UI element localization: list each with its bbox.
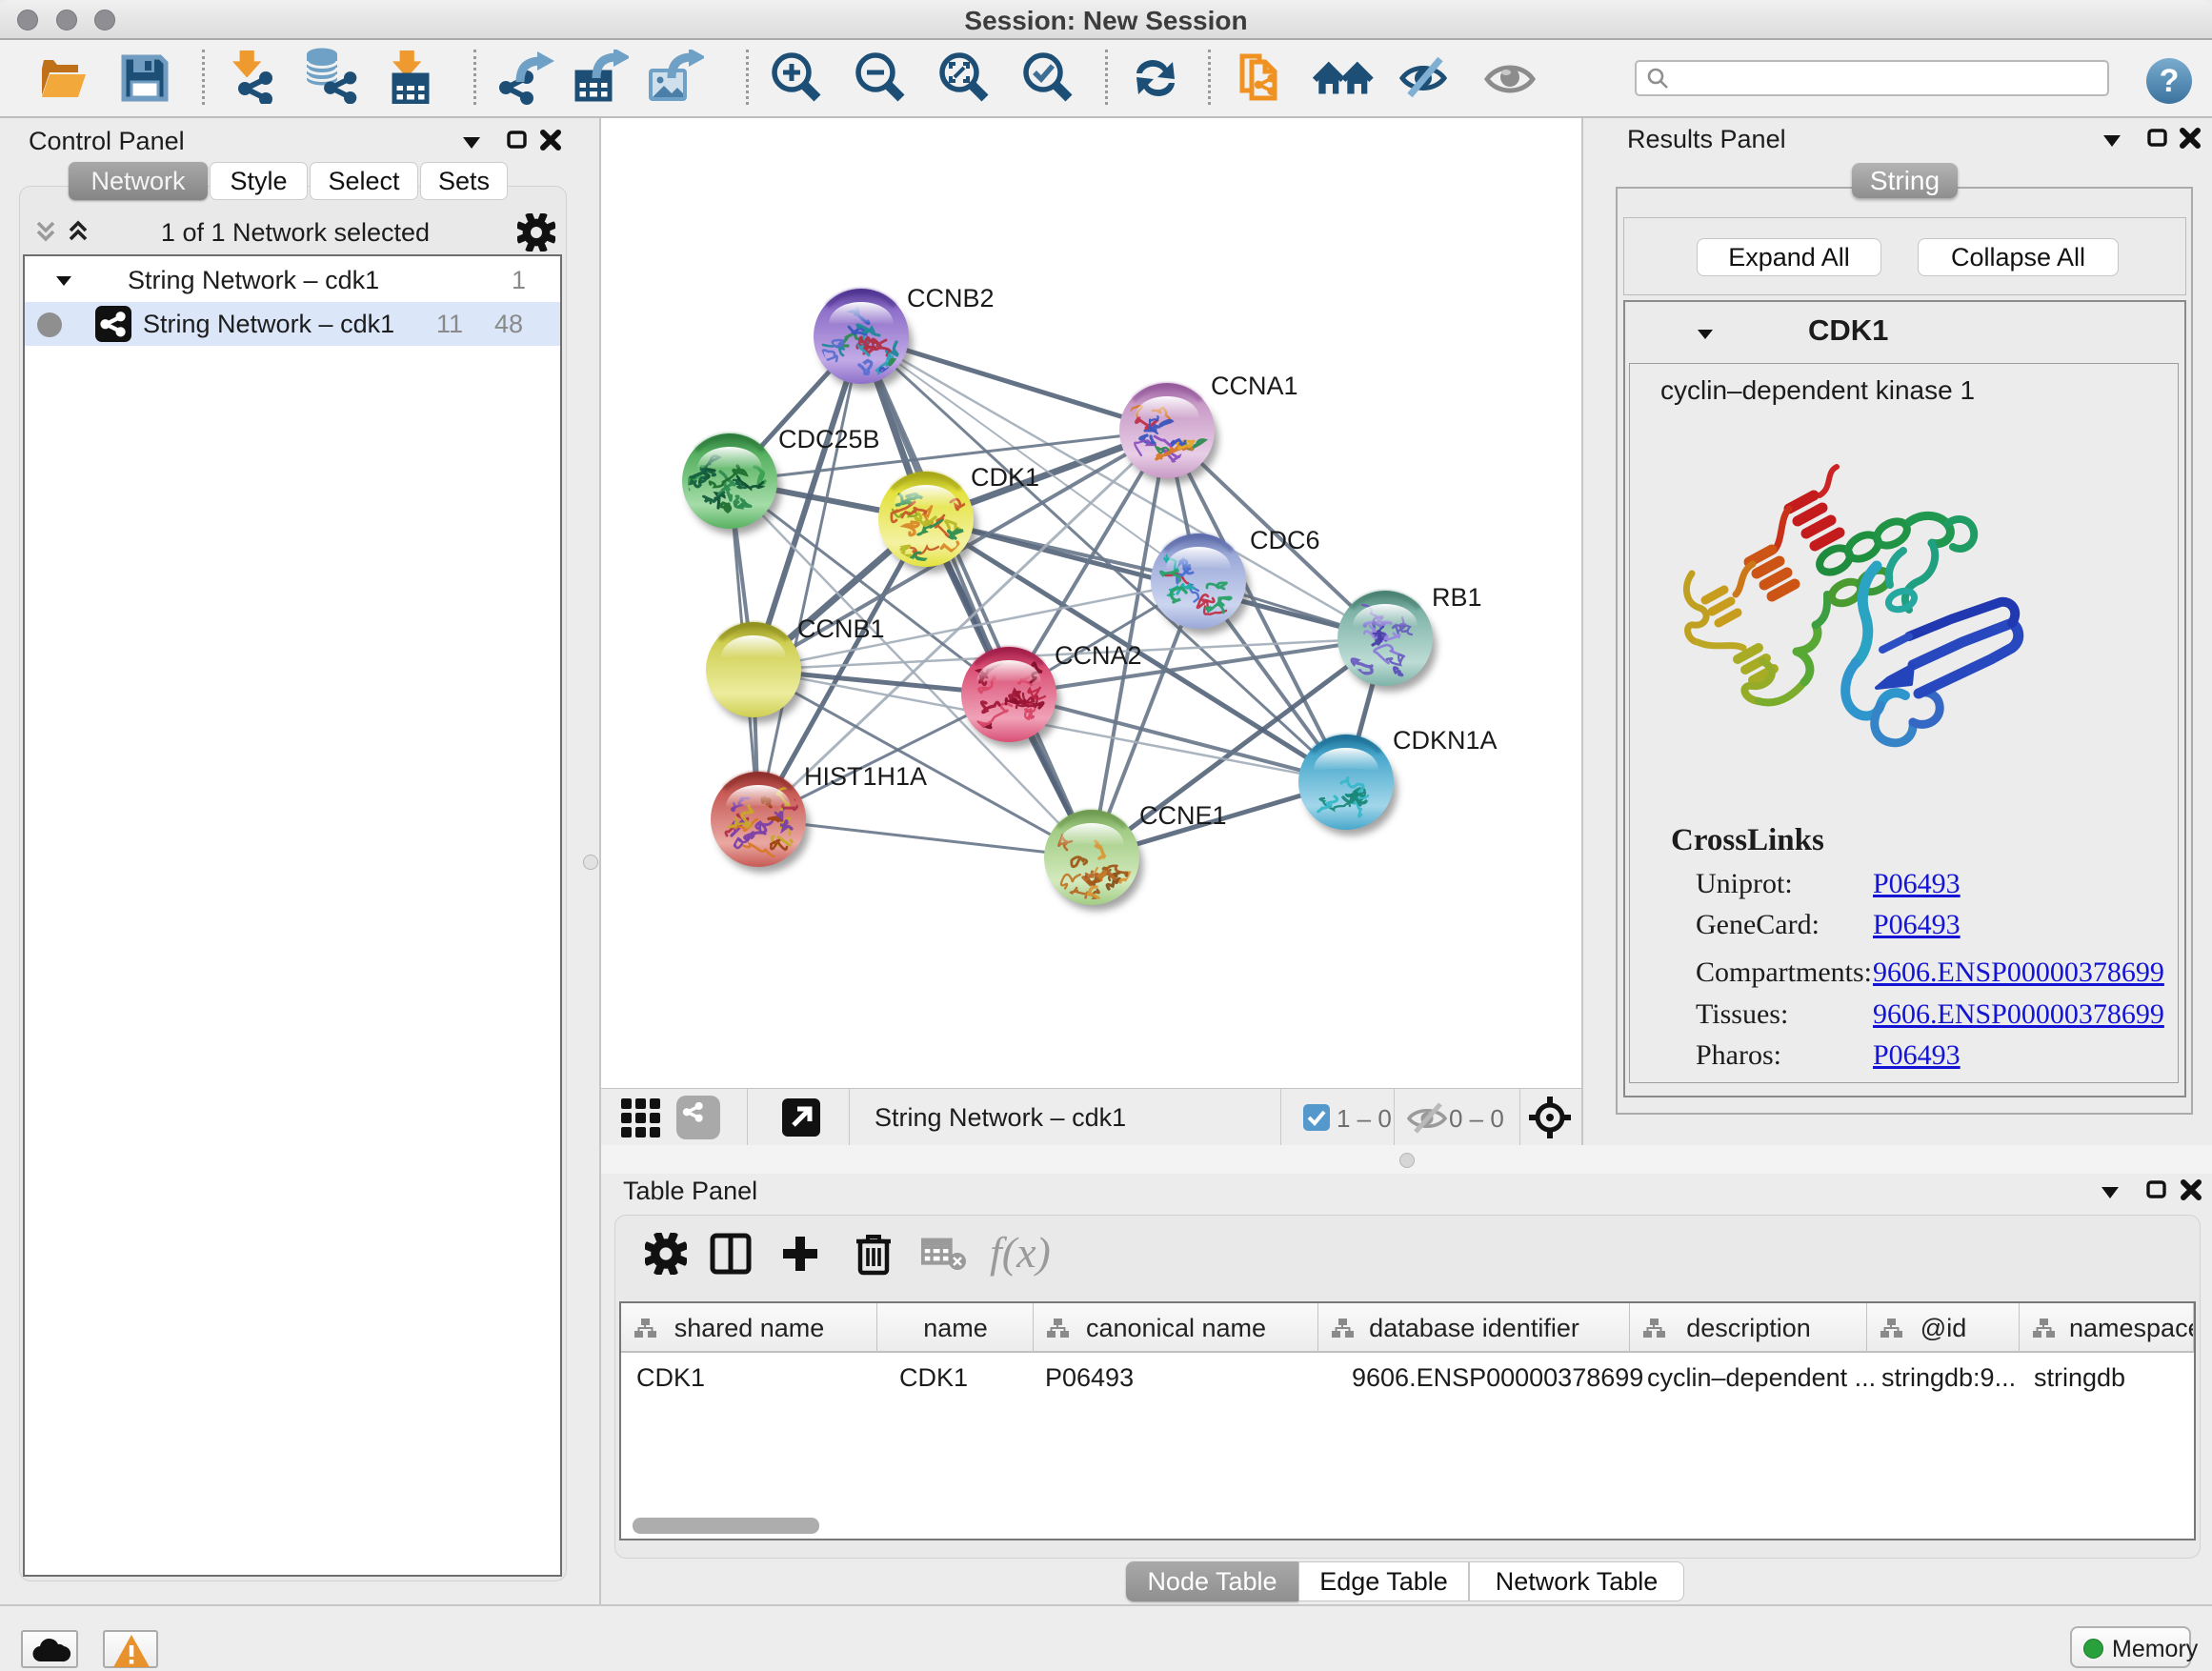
svg-text:RB1: RB1 [1432,583,1482,612]
svg-text:CDC25B: CDC25B [778,425,880,453]
svg-text:CCNB1: CCNB1 [797,614,885,643]
svg-text:CDC6: CDC6 [1250,526,1320,554]
svg-text:?: ? [2160,63,2180,99]
svg-text:CDKN1A: CDKN1A [1393,726,1498,755]
svg-text:CCNB2: CCNB2 [907,284,995,312]
svg-text:CDK1: CDK1 [971,463,1039,492]
svg-text:CCNA1: CCNA1 [1211,372,1298,400]
svg-text:CCNA2: CCNA2 [1055,641,1142,670]
svg-text:CCNE1: CCNE1 [1139,801,1227,830]
svg-text:HIST1H1A: HIST1H1A [804,762,927,791]
